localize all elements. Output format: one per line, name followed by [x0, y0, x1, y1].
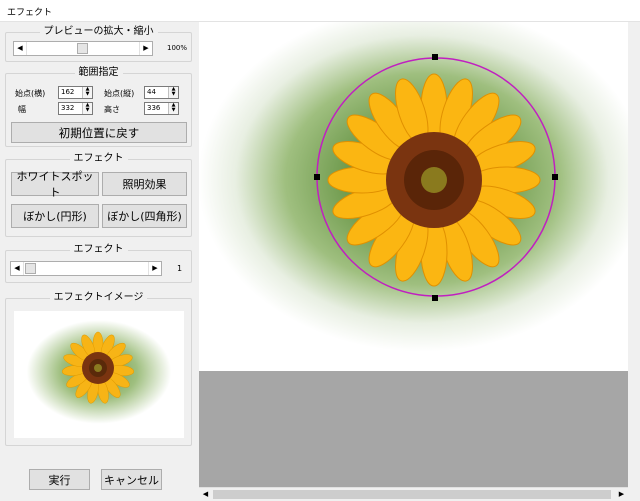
- cancel-button[interactable]: キャンセル: [101, 469, 162, 490]
- preview-overlay[interactable]: [199, 22, 628, 371]
- effect-strength-label: エフェクト: [69, 244, 128, 255]
- title-bar: エフェクト: [0, 0, 640, 22]
- blur-square-button[interactable]: ぼかし(四角形): [102, 204, 187, 228]
- effect-buttons-label: エフェクト: [69, 153, 128, 164]
- scroll-corner: [628, 487, 640, 501]
- white-spot-button[interactable]: ホワイトスポット: [11, 170, 99, 199]
- resize-handle-top[interactable]: [432, 54, 438, 60]
- zoom-slider[interactable]: ◀ ▶: [13, 41, 153, 56]
- effect-strength-value: 1: [177, 264, 183, 273]
- down-arrow-icon[interactable]: ▼: [83, 92, 92, 97]
- zoom-group: プレビューの拡大・縮小 ◀ ▶ 100%: [5, 26, 192, 62]
- width-field[interactable]: 332 ▲ ▼: [58, 102, 93, 115]
- strength-slider-thumb[interactable]: [25, 263, 36, 274]
- width-label: 幅: [18, 105, 26, 114]
- sunflower-image: [327, 73, 541, 287]
- run-button[interactable]: 実行: [29, 469, 90, 490]
- effect-preview-thumbnail: [14, 311, 184, 438]
- down-arrow-icon[interactable]: ▼: [169, 108, 178, 113]
- height-spinner[interactable]: ▲ ▼: [168, 103, 178, 114]
- strength-right-arrow-icon[interactable]: ▶: [148, 262, 161, 275]
- window-title: エフェクト: [7, 8, 53, 18]
- effect-strength-slider[interactable]: ◀ ▶: [10, 261, 162, 276]
- scroll-left-arrow-icon[interactable]: ◀: [199, 488, 212, 501]
- zoom-percent: 100%: [167, 44, 188, 52]
- strength-left-arrow-icon[interactable]: ◀: [11, 262, 24, 275]
- start-x-value[interactable]: 162: [61, 88, 74, 96]
- blur-circle-button[interactable]: ぼかし(円形): [11, 204, 99, 228]
- start-y-field[interactable]: 44 ▲ ▼: [144, 86, 179, 99]
- start-y-value[interactable]: 44: [147, 88, 156, 96]
- start-x-spinner[interactable]: ▲ ▼: [82, 87, 92, 98]
- down-arrow-icon[interactable]: ▼: [83, 108, 92, 113]
- resize-handle-bottom[interactable]: [432, 295, 438, 301]
- height-field[interactable]: 336 ▲ ▼: [144, 102, 179, 115]
- horizontal-scrollbar[interactable]: ◀ ▶: [199, 487, 628, 501]
- start-x-field[interactable]: 162 ▲ ▼: [58, 86, 93, 99]
- start-y-label: 始点(縦): [104, 89, 135, 98]
- zoom-left-arrow-icon[interactable]: ◀: [14, 42, 27, 55]
- zoom-right-arrow-icon[interactable]: ▶: [139, 42, 152, 55]
- preview-empty-area: [199, 371, 628, 487]
- range-group-label: 範囲指定: [74, 67, 123, 78]
- down-arrow-icon[interactable]: ▼: [169, 92, 178, 97]
- zoom-slider-thumb[interactable]: [77, 43, 88, 54]
- width-spinner[interactable]: ▲ ▼: [82, 103, 92, 114]
- start-x-label: 始点(横): [15, 89, 46, 98]
- vertical-scrollbar[interactable]: [628, 22, 640, 487]
- effect-image-label: エフェクトイメージ: [49, 292, 148, 303]
- zoom-group-label: プレビューの拡大・縮小: [39, 26, 158, 37]
- start-y-spinner[interactable]: ▲ ▼: [168, 87, 178, 98]
- effect-strength-group: エフェクト ◀ ▶ 1: [5, 244, 192, 283]
- height-value[interactable]: 336: [147, 104, 160, 112]
- resize-handle-right[interactable]: [552, 174, 558, 180]
- height-label: 高さ: [104, 105, 120, 114]
- width-value[interactable]: 332: [61, 104, 74, 112]
- horizontal-scroll-thumb[interactable]: [213, 490, 611, 499]
- lighting-button[interactable]: 照明効果: [102, 172, 187, 196]
- resize-handle-left[interactable]: [314, 174, 320, 180]
- scroll-right-arrow-icon[interactable]: ▶: [615, 488, 628, 501]
- reset-position-button[interactable]: 初期位置に戻す: [11, 122, 187, 143]
- range-group: 範囲指定 始点(横) 162 ▲ ▼ 始点(縦) 44 ▲ ▼ 幅 332 ▲ ▼ 高…: [5, 67, 192, 147]
- effect-buttons-group: エフェクト ホワイトスポット 照明効果 ぼかし(円形) ぼかし(四角形): [5, 153, 192, 237]
